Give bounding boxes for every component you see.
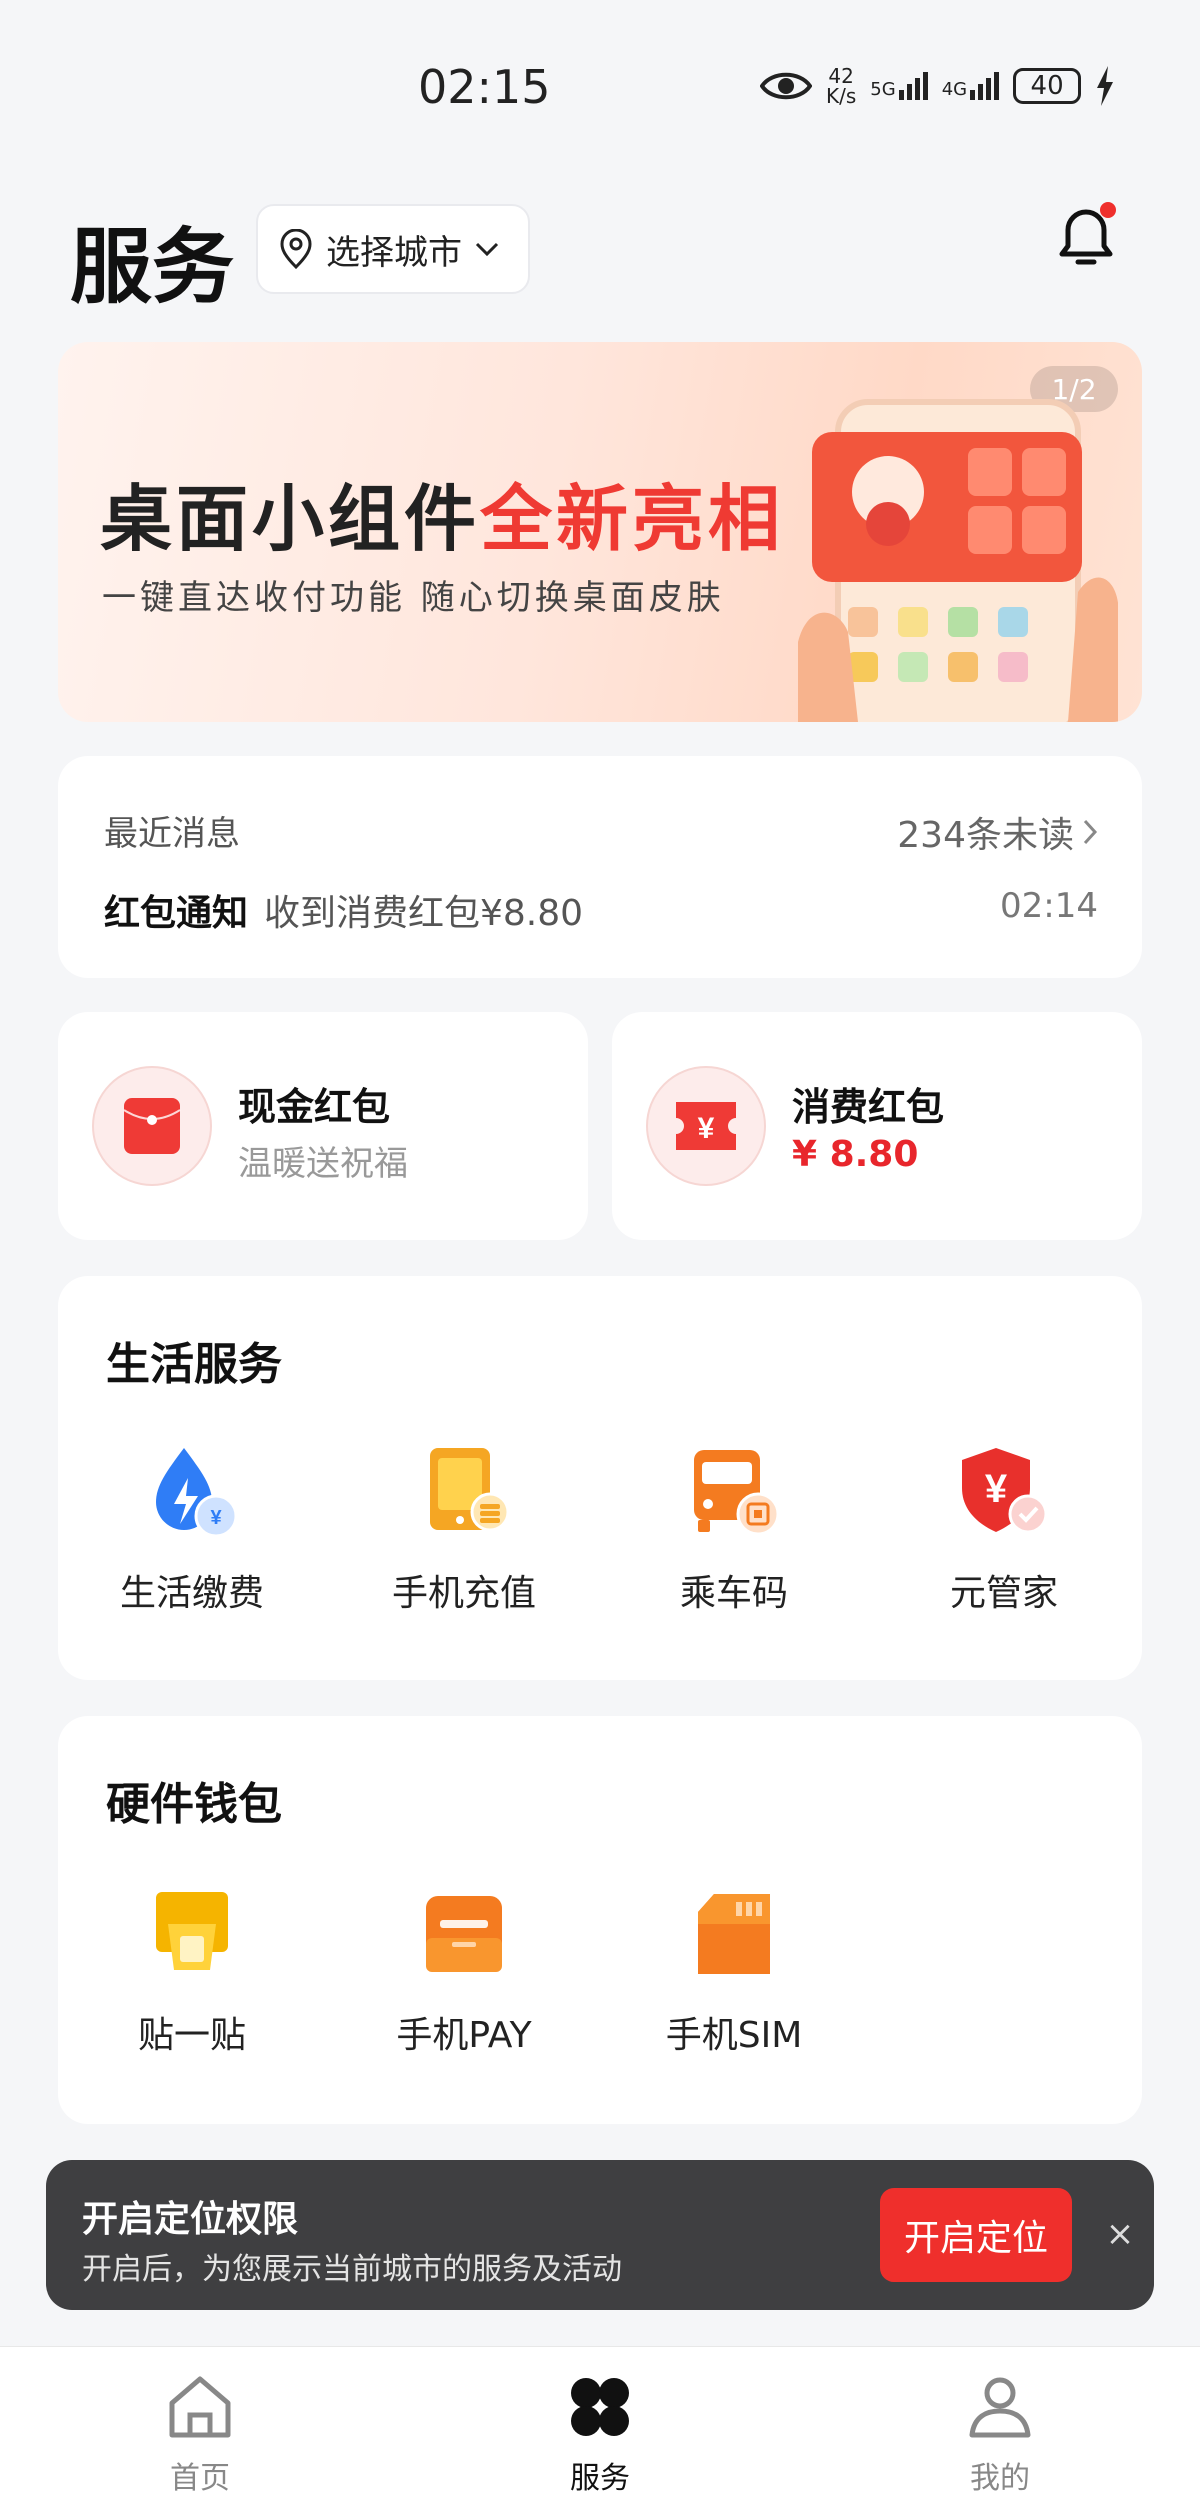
hardware-wallet-title: 硬件钱包 [106, 1779, 282, 1830]
speed-unit: K/s [826, 84, 857, 108]
toast-subtitle: 开启后，为您展示当前城市的服务及活动 [82, 2252, 622, 2287]
location-permission-toast: 开启定位权限 开启后，为您展示当前城市的服务及活动 开启定位 × [46, 2160, 1154, 2310]
banner-title-part1: 桌面小组件 [100, 476, 481, 561]
chevron-right-icon [1083, 819, 1098, 845]
phone-topup-icon [414, 1442, 514, 1542]
nav-home[interactable]: 首页 [100, 2371, 300, 2497]
nav-services[interactable]: 服务 [500, 2371, 700, 2497]
city-selector-button[interactable]: 选择城市 [256, 204, 530, 294]
bottom-navigation: 首页 服务 我的 [0, 2346, 1200, 2518]
promo-banner[interactable]: 桌面小组件全新亮相 一键直达收付功能 随心切换桌面皮肤 1/2 [58, 342, 1142, 722]
service-phone-topup[interactable]: 手机充值 [354, 1442, 574, 1616]
banner-subtitle: 一键直达收付功能 随心切换桌面皮肤 [102, 578, 725, 618]
message-text: 收到消费红包¥8.80 [264, 893, 584, 934]
hardware-wallet-card: 硬件钱包 贴一贴 手机PAY 手机SIM [58, 1716, 1142, 2124]
charging-icon [1097, 66, 1114, 106]
red-envelope-icon [92, 1066, 212, 1186]
nav-label: 服务 [570, 2461, 630, 2496]
close-icon[interactable]: × [1094, 2208, 1146, 2260]
nav-label: 首页 [170, 2461, 230, 2496]
yuan-ticket-icon: ¥ [646, 1066, 766, 1186]
svg-text:¥: ¥ [698, 1112, 715, 1145]
wallet-label: 手机SIM [665, 2015, 803, 2056]
cash-red-packet-subtitle: 温暖送祝福 [238, 1144, 408, 1184]
message-time: 02:14 [1000, 886, 1098, 926]
battery-icon: 40 [1013, 68, 1082, 104]
nav-mine[interactable]: 我的 [900, 2371, 1100, 2497]
chevron-down-icon [475, 242, 499, 257]
home-icon [164, 2371, 236, 2443]
bus-code-icon [684, 1442, 784, 1542]
service-wallet-manager[interactable]: ¥ 元管家 [894, 1442, 1114, 1616]
service-label: 生活缴费 [119, 1573, 264, 1614]
sim-card-icon [684, 1884, 784, 1984]
cash-red-packet-title: 现金红包 [238, 1085, 391, 1129]
signal-4g-icon: 4G [941, 72, 1000, 100]
services-grid-icon [564, 2371, 636, 2443]
service-label: 乘车码 [679, 1573, 788, 1614]
banner-title-part2: 全新亮相 [480, 476, 785, 561]
service-bus-code[interactable]: 乘车码 [624, 1442, 844, 1616]
life-services-card: 生活服务 ¥ 生活缴费 手机充值 乘车码 ¥ 元管家 [58, 1276, 1142, 1680]
service-utility-payment[interactable]: ¥ 生活缴费 [82, 1442, 302, 1616]
network-speed: 42 K/s [826, 66, 856, 106]
card-pay-icon [414, 1884, 514, 1984]
message-title: 红包通知 [104, 893, 249, 934]
battery-level: 40 [1030, 71, 1064, 101]
consumption-red-packet-amount: ¥ 8.80 [792, 1134, 919, 1175]
banner-title: 桌面小组件全新亮相 [100, 460, 784, 565]
network-type-5g: 5G [870, 79, 896, 100]
network-type-4g: 4G [941, 79, 968, 100]
unread-count: 234条未读 [897, 815, 1074, 856]
profile-icon [964, 2371, 1036, 2443]
wallet-phone-sim[interactable]: 手机SIM [624, 1884, 844, 2058]
messages-label: 最近消息 [104, 814, 240, 854]
phone-widget-illustration [798, 399, 1118, 722]
consumption-red-packet-card[interactable]: ¥ 消费红包 ¥ 8.80 [612, 1012, 1142, 1240]
status-time: 02:15 [418, 60, 551, 114]
notification-bell-icon[interactable] [1052, 196, 1120, 276]
recent-messages-card[interactable]: 最近消息 234条未读 红包通知 收到消费红包¥8.80 02:14 [58, 756, 1142, 978]
eye-icon [760, 72, 812, 100]
nav-label: 我的 [970, 2461, 1030, 2496]
status-icons: 42 K/s 5G 4G 40 [760, 62, 1115, 110]
toast-title: 开启定位权限 [82, 2199, 299, 2240]
service-label: 手机充值 [391, 1573, 536, 1614]
tap-phone-icon [142, 1884, 242, 1984]
service-label: 元管家 [949, 1573, 1058, 1614]
speed-value: 42 [828, 64, 854, 88]
enable-location-button[interactable]: 开启定位 [880, 2188, 1072, 2282]
unread-count-link[interactable]: 234条未读 [897, 806, 1098, 858]
location-pin-icon [280, 229, 312, 269]
shield-yuan-icon: ¥ [954, 1442, 1054, 1542]
consumption-red-packet-title: 消费红包 [792, 1085, 945, 1129]
life-services-title: 生活服务 [106, 1339, 282, 1390]
svg-text:¥: ¥ [985, 1467, 1008, 1511]
svg-text:¥: ¥ [210, 1507, 222, 1529]
page-title: 服务 [70, 220, 235, 315]
wallet-phone-pay[interactable]: 手机PAY [354, 1884, 574, 2058]
wallet-tap-pay[interactable]: 贴一贴 [82, 1884, 302, 2058]
water-bolt-icon: ¥ [142, 1442, 242, 1542]
signal-5g-icon: 5G [870, 72, 928, 100]
city-label: 选择城市 [326, 232, 462, 273]
wallet-label: 贴一贴 [137, 2015, 246, 2056]
wallet-label: 手机PAY [396, 2015, 532, 2056]
cash-red-packet-card[interactable]: 现金红包 温暖送祝福 [58, 1012, 588, 1240]
